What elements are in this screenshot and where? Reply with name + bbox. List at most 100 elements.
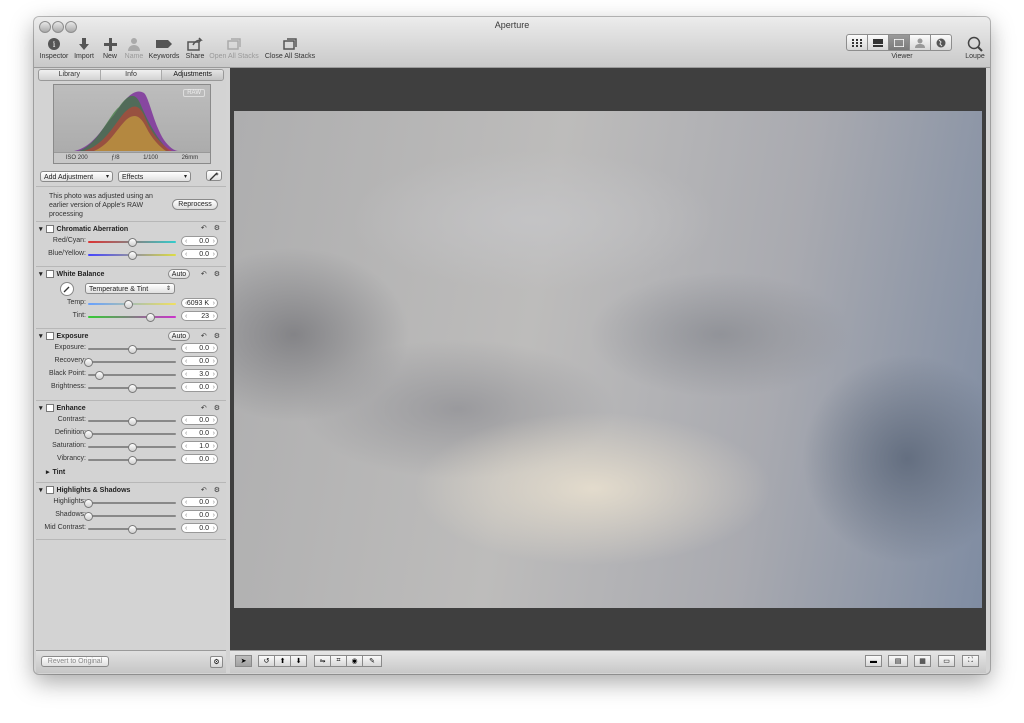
tab-info[interactable]: Info bbox=[101, 70, 163, 80]
effects-popup[interactable]: Effects ▾ bbox=[118, 171, 191, 182]
value-stepper[interactable]: 0.0 bbox=[181, 356, 218, 367]
disclosure-triangle-icon[interactable]: ▾ bbox=[39, 486, 43, 494]
slider-knob[interactable] bbox=[123, 300, 133, 309]
eyedropper-icon[interactable] bbox=[60, 282, 74, 296]
value-stepper[interactable]: 0.0 bbox=[181, 343, 218, 354]
slider-knob[interactable] bbox=[128, 238, 137, 247]
stamp-tool[interactable]: ⬇ bbox=[290, 655, 307, 667]
gear-icon[interactable]: ⚙ bbox=[210, 656, 223, 668]
slider-knob[interactable] bbox=[128, 456, 137, 465]
slider-track[interactable] bbox=[88, 371, 176, 380]
split-view-button[interactable] bbox=[867, 34, 889, 51]
one-up-button[interactable]: ▭ bbox=[938, 655, 955, 667]
slider-knob[interactable] bbox=[84, 499, 93, 508]
white-balance-checkbox[interactable] bbox=[45, 270, 54, 278]
open-all-stacks-button[interactable]: Open All Stacks bbox=[208, 35, 260, 60]
tint-disclosure[interactable]: ▸ Tint bbox=[46, 467, 65, 477]
slider-track[interactable] bbox=[88, 443, 176, 452]
slider-knob[interactable] bbox=[128, 345, 137, 354]
slider-track[interactable] bbox=[88, 345, 176, 354]
tab-library[interactable]: Library bbox=[39, 70, 101, 80]
value-stepper[interactable]: 0.0 bbox=[181, 510, 218, 521]
value-stepper[interactable]: 6093 K bbox=[181, 298, 218, 309]
value-stepper[interactable]: 0.0 bbox=[181, 249, 218, 260]
full-screen-button[interactable]: ⛶ bbox=[962, 655, 979, 667]
slider-track[interactable] bbox=[84, 430, 176, 439]
name-button[interactable]: Name bbox=[123, 35, 145, 60]
slider-knob[interactable] bbox=[84, 358, 93, 367]
reset-icon[interactable]: ↶ bbox=[201, 404, 207, 412]
disclosure-triangle-icon[interactable]: ▾ bbox=[39, 404, 43, 412]
value-stepper[interactable]: 0.0 bbox=[181, 382, 218, 393]
faces-button[interactable] bbox=[909, 34, 931, 51]
gear-icon[interactable]: ⚙ bbox=[214, 404, 220, 412]
places-button[interactable] bbox=[930, 34, 952, 51]
slider-track[interactable] bbox=[88, 456, 176, 465]
highlights-shadows-checkbox[interactable] bbox=[45, 486, 54, 494]
auto-enhance-button[interactable] bbox=[206, 170, 222, 181]
selection-tool[interactable]: ➤ bbox=[235, 655, 252, 667]
slider-track[interactable] bbox=[88, 417, 176, 426]
slider-track[interactable] bbox=[88, 238, 176, 247]
slider-knob[interactable] bbox=[84, 512, 93, 521]
slider-track[interactable] bbox=[88, 384, 176, 393]
compare-button[interactable]: ▦ bbox=[914, 655, 931, 667]
gear-icon[interactable]: ⚙ bbox=[214, 332, 220, 340]
value-stepper[interactable]: 0.0 bbox=[181, 497, 218, 508]
lift-tool[interactable]: ⬆ bbox=[274, 655, 291, 667]
slider-knob[interactable] bbox=[128, 384, 137, 393]
reset-icon[interactable]: ↶ bbox=[201, 270, 207, 278]
slider-track[interactable] bbox=[84, 512, 176, 521]
slider-track[interactable] bbox=[88, 525, 176, 534]
viewer-button[interactable] bbox=[888, 34, 910, 51]
hud-button[interactable]: ▬ bbox=[865, 655, 882, 667]
reprocess-button[interactable]: Reprocess bbox=[172, 199, 218, 210]
slider-knob[interactable] bbox=[145, 313, 155, 322]
photo-cloudy-sky[interactable] bbox=[234, 111, 982, 608]
slider-track[interactable] bbox=[88, 300, 176, 309]
slider-track[interactable] bbox=[88, 251, 176, 260]
disclosure-triangle-icon[interactable]: ▾ bbox=[39, 225, 43, 233]
add-adjustment-popup[interactable]: Add Adjustment ▾ bbox=[40, 171, 113, 182]
exposure-checkbox[interactable] bbox=[45, 332, 54, 340]
gear-icon[interactable]: ⚙ bbox=[214, 270, 220, 278]
slider-track[interactable] bbox=[84, 358, 176, 367]
enhance-checkbox[interactable] bbox=[45, 404, 54, 412]
value-stepper[interactable]: 3.0 bbox=[181, 369, 218, 380]
slider-knob[interactable] bbox=[84, 430, 93, 439]
inspector-button[interactable]: i Inspector bbox=[37, 35, 71, 60]
reset-icon[interactable]: ↶ bbox=[201, 486, 207, 494]
close-all-stacks-button[interactable]: Close All Stacks bbox=[263, 35, 317, 60]
white-balance-auto-button[interactable]: Auto bbox=[168, 269, 190, 279]
straighten-tool[interactable]: ⇋ bbox=[314, 655, 331, 667]
white-balance-mode-popup[interactable]: Temperature & Tint ⇕ bbox=[85, 283, 175, 294]
rotate-tool[interactable]: ↺ bbox=[258, 655, 275, 667]
value-stepper[interactable]: 0.0 bbox=[181, 428, 218, 439]
crop-tool[interactable]: ⌗ bbox=[330, 655, 347, 667]
reset-icon[interactable]: ↶ bbox=[201, 224, 207, 232]
slider-knob[interactable] bbox=[94, 371, 104, 380]
gear-icon[interactable]: ⚙ bbox=[214, 486, 220, 494]
slider-knob[interactable] bbox=[128, 417, 137, 426]
keywords-button[interactable]: Keywords bbox=[147, 35, 181, 60]
slider-knob[interactable] bbox=[128, 251, 137, 260]
value-stepper[interactable]: 23 bbox=[181, 311, 218, 322]
browser-grid-button[interactable] bbox=[846, 34, 868, 51]
slider-track[interactable] bbox=[88, 313, 176, 322]
loupe-button[interactable]: Loupe bbox=[962, 35, 988, 60]
slider-track[interactable] bbox=[84, 499, 176, 508]
master-button[interactable]: ▤ bbox=[888, 655, 908, 667]
red-eye-tool[interactable]: ◉ bbox=[346, 655, 363, 667]
brush-tool[interactable]: ✎ bbox=[362, 655, 382, 667]
tab-adjustments[interactable]: Adjustments bbox=[162, 70, 223, 80]
disclosure-triangle-icon[interactable]: ▾ bbox=[39, 332, 43, 340]
slider-knob[interactable] bbox=[128, 525, 137, 534]
value-stepper[interactable]: 0.0 bbox=[181, 454, 218, 465]
slider-knob[interactable] bbox=[128, 443, 137, 452]
disclosure-triangle-icon[interactable]: ▸ bbox=[46, 468, 50, 476]
chromatic-aberration-checkbox[interactable] bbox=[45, 225, 54, 233]
value-stepper[interactable]: 0.0 bbox=[181, 523, 218, 534]
gear-icon[interactable]: ⚙ bbox=[214, 224, 220, 232]
share-button[interactable]: Share bbox=[183, 35, 207, 60]
value-stepper[interactable]: 0.0 bbox=[181, 415, 218, 426]
